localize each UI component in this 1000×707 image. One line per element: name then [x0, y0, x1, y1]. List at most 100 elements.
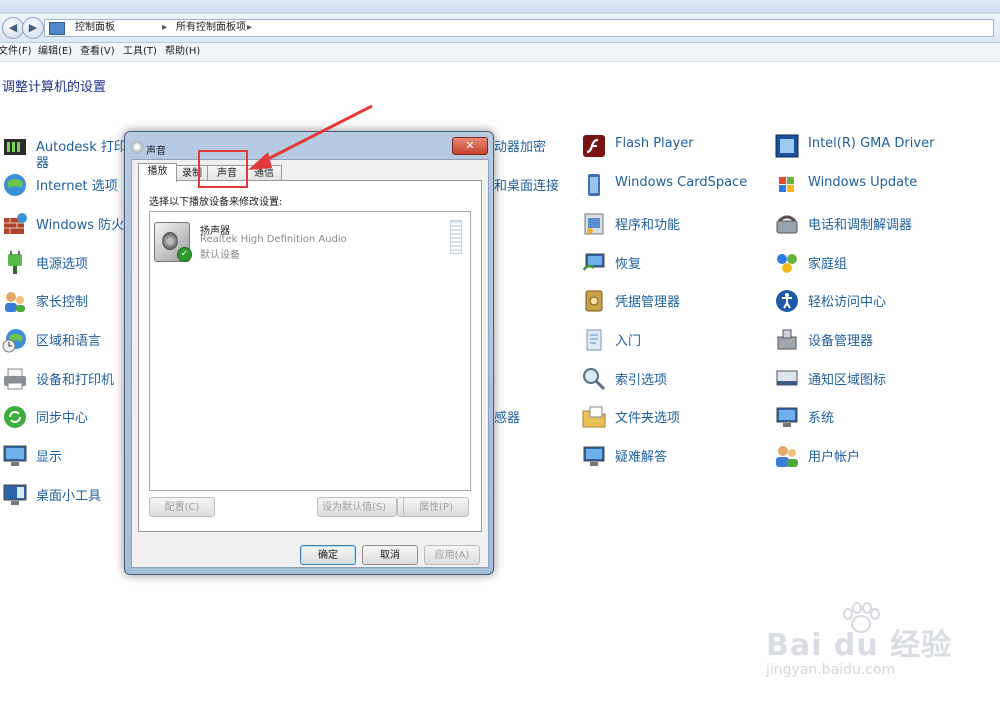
cp-item-label: 区域和语言 [36, 334, 102, 349]
phone-modem-icon [776, 215, 798, 234]
cp-item-label: Windows 防火墙 [36, 218, 138, 233]
properties-button[interactable]: 属性(P) [403, 497, 469, 517]
menu-help[interactable]: 帮助(H) [165, 43, 200, 61]
device-list[interactable]: ✓ 扬声器 Realtek High Definition Audio 默认设备 [149, 211, 471, 491]
troubleshoot-icon [583, 446, 605, 466]
cp-item-system[interactable]: 系统 [774, 402, 964, 432]
cp-item-label: 程序和功能 [615, 218, 681, 233]
cancel-button[interactable]: 取消 [362, 545, 418, 565]
cp-item-label: 显示 [36, 450, 63, 465]
cp-item-label: 恢复 [615, 257, 642, 272]
back-button[interactable]: ◀ [2, 17, 24, 39]
sync-icon [4, 406, 26, 428]
sound-dialog: 声音 ✕ 播放 录制 声音 通信 选择以下播放设备来修改设置: ✓ 扬声器 Re… [124, 131, 494, 575]
cp-item-label: 轻松访问中心 [808, 295, 887, 310]
cp-item-label: 凭据管理器 [615, 295, 681, 310]
menu-view[interactable]: 查看(V) [80, 43, 115, 61]
cp-item-getting-started[interactable]: 入门 [581, 325, 761, 355]
instruction-text: 选择以下播放设备来修改设置: [149, 197, 283, 208]
cp-item-credential-manager[interactable]: 凭据管理器 [581, 286, 761, 316]
cardspace-icon [588, 174, 600, 196]
menu-edit[interactable]: 编辑(E) [38, 43, 72, 61]
cp-item-label: 通知区域图标 [808, 373, 887, 388]
monitor-icon [3, 445, 27, 466]
programs-icon [584, 213, 604, 235]
cp-item-label: 家庭组 [808, 257, 848, 272]
cp-item-flash-player[interactable]: Flash Player [581, 131, 761, 161]
cp-item-troubleshooting[interactable]: 疑难解答 [581, 441, 761, 471]
default-check-icon: ✓ [177, 247, 192, 262]
cp-item-ease-of-access[interactable]: 轻松访问中心 [774, 286, 964, 316]
ease-of-access-icon [776, 290, 798, 312]
cp-item-phone-modem[interactable]: 电话和调制解调器 [774, 209, 964, 239]
cp-item-label: 感器 [494, 411, 521, 426]
cp-item-label: Windows Update [808, 175, 918, 190]
annotation-arrow-icon [248, 104, 373, 170]
breadcrumb-chevron-icon[interactable]: ▸ [247, 20, 252, 36]
apply-button[interactable]: 应用(A) [424, 545, 480, 565]
cp-item-programs-features[interactable]: 程序和功能 [581, 209, 761, 239]
cp-item-label: 电源选项 [36, 257, 89, 272]
cp-item-recovery[interactable]: 恢复 [581, 248, 761, 278]
flash-player-icon [583, 135, 605, 157]
watermark-url: jingyan.baidu.com [766, 662, 896, 678]
cp-item-user-accounts[interactable]: 用户帐户 [774, 441, 964, 471]
set-default-label: 设为默认值(S) [322, 502, 387, 513]
notification-area-icon [776, 370, 798, 386]
page-title: 调整计算机的设置 [2, 80, 107, 95]
device-status: 默认设备 [200, 250, 240, 261]
cp-item-label: 文件夹选项 [615, 411, 681, 426]
window-title-bar [0, 0, 1000, 14]
cp-item-label: 用户帐户 [808, 450, 861, 465]
breadcrumb-separator-icon: ▸ [162, 22, 168, 33]
breadcrumb-all-items[interactable]: 所有控制面板项 [176, 20, 246, 36]
address-bar[interactable]: 控制面板 ▸ 所有控制面板项 ▸ [44, 19, 994, 37]
cp-item-device-manager[interactable]: 设备管理器 [774, 325, 964, 355]
cp-item-windows-update[interactable]: Windows Update [774, 170, 964, 200]
cp-item-label: Internet 选项 [36, 179, 118, 194]
firewall-icon [4, 213, 27, 234]
menu-file[interactable]: 文件(F) [0, 43, 32, 61]
device-manager-icon [777, 329, 797, 350]
cp-item-label: Flash Player [615, 136, 694, 151]
menu-tools[interactable]: 工具(T) [123, 43, 157, 61]
cp-item-windows-cardspace[interactable]: Windows CardSpace [581, 170, 761, 200]
system-icon [776, 407, 798, 427]
cp-item-homegroup[interactable]: 家庭组 [774, 248, 964, 278]
dialog-client-area: 播放 录制 声音 通信 选择以下播放设备来修改设置: ✓ 扬声器 Realtek… [131, 159, 489, 568]
windows-update-icon [779, 177, 794, 192]
folder-icon [582, 406, 606, 428]
cp-item-label: 设备和打印机 [36, 373, 115, 388]
ok-button[interactable]: 确定 [300, 545, 356, 565]
control-panel-icon [49, 22, 65, 35]
cp-item-folder-options[interactable]: 文件夹选项 [581, 402, 761, 432]
parental-control-icon [5, 292, 25, 312]
playback-panel: 选择以下播放设备来修改设置: ✓ 扬声器 Realtek High Defini… [138, 180, 482, 532]
clock-globe-icon [2, 329, 26, 353]
cp-item-label: 入门 [615, 334, 642, 349]
configure-button[interactable]: 配置(C) [149, 497, 215, 517]
set-default-button[interactable]: 设为默认值(S) [317, 497, 397, 517]
cp-item-intel-gma-driver[interactable]: Intel(R) GMA Driver [774, 131, 964, 161]
user-accounts-icon [776, 446, 798, 467]
homegroup-icon [777, 254, 797, 273]
cp-item-label: 动器加密 [494, 140, 547, 155]
tab-playback[interactable]: 播放 [138, 163, 177, 182]
intel-gma-icon [775, 134, 799, 158]
cp-item-label: Intel(R) GMA Driver [808, 136, 935, 151]
globe-icon [4, 174, 26, 196]
cp-item-label: 桌面小工具 [36, 489, 102, 504]
speaker-icon [131, 141, 143, 153]
magnifier-icon [583, 368, 606, 391]
forward-button[interactable]: ▶ [22, 17, 44, 39]
cp-item-notification-area-icons[interactable]: 通知区域图标 [774, 364, 964, 394]
close-button[interactable]: ✕ [452, 137, 488, 155]
cp-item-indexing-options[interactable]: 索引选项 [581, 364, 761, 394]
cp-item-label: 疑难解答 [615, 450, 668, 465]
credential-vault-icon [585, 290, 603, 312]
printer-manager-icon [4, 139, 26, 155]
breadcrumb-control-panel[interactable]: 控制面板 [75, 20, 115, 36]
cp-item-label: 设备管理器 [808, 334, 874, 349]
address-bar-area: ◀ ▶ 控制面板 ▸ 所有控制面板项 ▸ [0, 14, 1000, 43]
cp-item-label: 同步中心 [36, 411, 89, 426]
